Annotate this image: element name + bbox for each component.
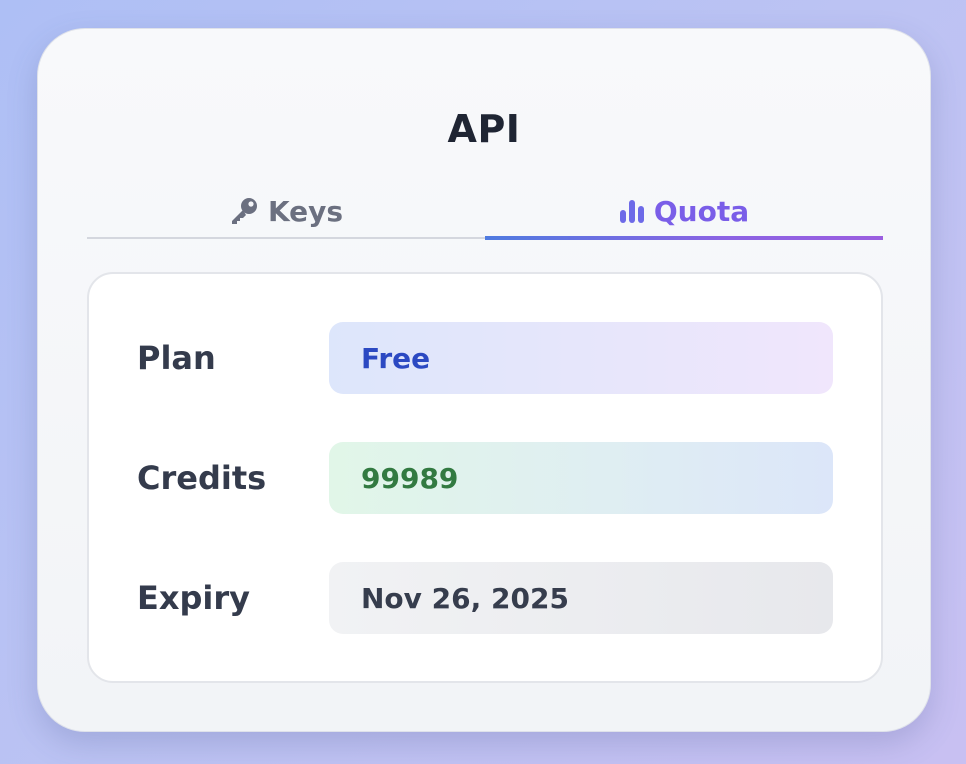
- tab-quota-label: Quota: [653, 194, 750, 228]
- tab-keys-label: Keys: [267, 194, 344, 228]
- page-title: API: [447, 107, 521, 151]
- tab-keys[interactable]: Keys: [87, 191, 485, 237]
- plan-row: Plan Free: [137, 322, 833, 394]
- tab-bar: Keys Quota: [87, 191, 883, 240]
- plan-label: Plan: [137, 339, 216, 377]
- credits-value: 99989: [329, 442, 833, 514]
- credits-label: Credits: [137, 459, 267, 497]
- tab-quota[interactable]: Quota: [485, 191, 883, 240]
- expiry-label: Expiry: [137, 579, 251, 617]
- quota-panel: Plan Free Credits 99989 Expiry Nov 26, 2…: [87, 272, 883, 683]
- credits-row: Credits 99989: [137, 442, 833, 514]
- key-icon: [229, 196, 259, 226]
- expiry-row: Expiry Nov 26, 2025: [137, 562, 833, 634]
- plan-value: Free: [329, 322, 833, 394]
- bar-chart-icon: [619, 198, 645, 224]
- expiry-value: Nov 26, 2025: [329, 562, 833, 634]
- api-card: API Keys Quota Plan Free Credits 99989 E…: [37, 28, 931, 732]
